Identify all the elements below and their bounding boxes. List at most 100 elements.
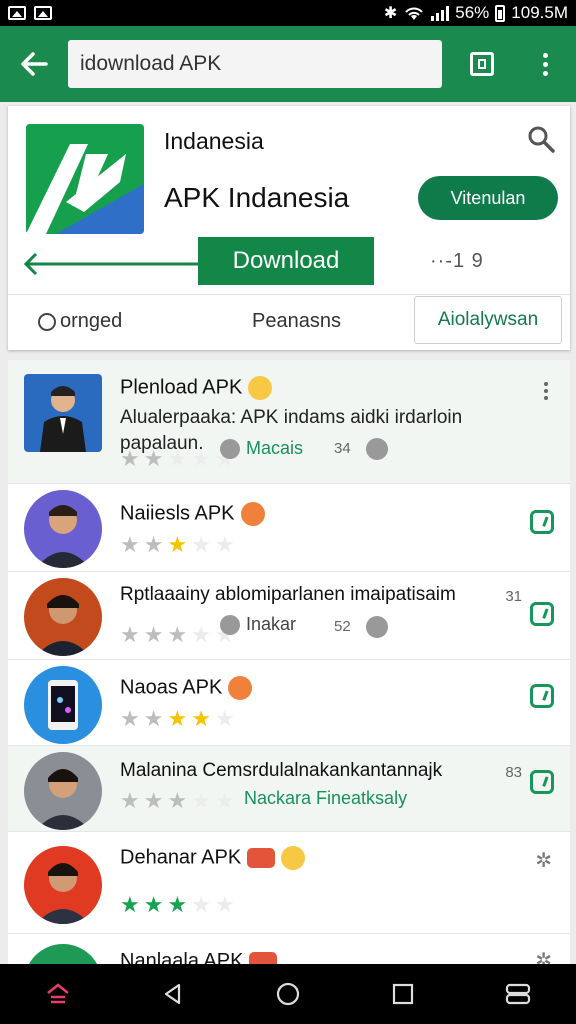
item-avatar	[24, 752, 102, 830]
item-tag: Nackara Fineatksaly	[244, 788, 407, 809]
star-icon: ★	[167, 446, 188, 471]
battery-icon	[495, 4, 506, 22]
open-icon[interactable]	[530, 770, 554, 794]
star-icon: ★	[120, 788, 140, 813]
wifi-icon	[405, 7, 423, 20]
ring-icon	[38, 312, 56, 331]
search-input[interactable]: idownload APK	[68, 40, 442, 88]
chip-aiolalywsan-button[interactable]: Aiolalywsan	[414, 296, 562, 344]
back-button[interactable]	[14, 44, 54, 84]
list-item[interactable]: Malanina Cemsrdulalnakankantannajk 83 ★ ★…	[8, 746, 570, 832]
search-icon	[528, 126, 555, 153]
more-options-icon[interactable]	[544, 382, 548, 400]
item-title: Plenload APK	[120, 376, 273, 400]
recents-nav-icon	[393, 983, 414, 1005]
list-item[interactable]: Nanlaala APK ✲	[8, 934, 570, 964]
star-icon: ★	[191, 892, 211, 917]
app-header-card: Indanesia APK Indanesia Vitenulan Downlo…	[8, 106, 570, 350]
rating-stars: ★ ★ ★ ★ ★	[120, 448, 235, 470]
item-thumbnail	[24, 374, 102, 452]
smile-emoji-icon	[281, 846, 306, 870]
gallery-notification-icon	[8, 6, 26, 20]
overflow-menu-icon	[542, 52, 548, 76]
home-nav-icon	[276, 982, 300, 1006]
item-title-text: Plenload APK	[120, 376, 243, 399]
data-rate: 109.5M	[511, 3, 568, 22]
bluetooth-icon: ✱	[383, 5, 398, 22]
list-item[interactable]: Naoas APK ★ ★ ★ ★ ★	[8, 660, 570, 746]
home-nav-button[interactable]	[268, 974, 308, 1014]
back-nav-icon	[164, 983, 180, 1005]
switch-app-button[interactable]	[498, 974, 538, 1014]
star-icon: ★	[191, 788, 211, 813]
item-title: Malanina Cemsrdulalnakankantannajk	[120, 760, 443, 781]
navigation-bar	[0, 964, 576, 1024]
star-icon: ★	[120, 622, 140, 647]
item-avatar	[24, 666, 102, 744]
open-icon[interactable]	[530, 602, 554, 626]
item-title-text: Dehanar APK	[120, 846, 242, 869]
app-list: Plenload APK Alualerpaaka: APK indams ai…	[8, 360, 570, 964]
item-tag: Inakar	[220, 614, 296, 635]
recents-nav-button[interactable]	[383, 974, 423, 1014]
list-item[interactable]: Dehanar APK ★ ★ ★ ★ ★ ✲	[8, 832, 570, 934]
star-icon: ★	[214, 788, 235, 813]
star-icon: ★	[120, 706, 140, 731]
star-icon: ★	[143, 622, 164, 647]
developer-name[interactable]: Indanesia	[164, 128, 264, 155]
rating-stars: ★ ★ ★ ★ ★	[120, 624, 235, 646]
item-title-text: Naiiesls APK	[120, 502, 235, 525]
overflow-menu-button[interactable]	[522, 44, 562, 84]
chip-ornged[interactable]: ornged	[38, 310, 122, 333]
open-icon[interactable]	[530, 510, 554, 534]
battery-percent: 56%	[455, 3, 490, 22]
download-button[interactable]: Download	[198, 237, 374, 285]
settings-icon[interactable]: ✲	[535, 848, 552, 873]
tag-icon	[220, 614, 240, 635]
star-icon: ★	[167, 706, 188, 731]
star-icon: ★	[120, 892, 140, 917]
home-icon	[46, 983, 69, 1004]
star-icon: ★	[143, 446, 164, 471]
switch-app-icon	[506, 983, 531, 1005]
badge-emoji-icon	[247, 848, 276, 868]
image-notification-icon	[34, 6, 52, 20]
list-item[interactable]: Plenload APK Alualerpaaka: APK indams ai…	[8, 360, 570, 484]
item-tag-text: Inakar	[246, 614, 297, 634]
star-icon: ★	[191, 446, 211, 471]
tabs-button[interactable]	[462, 44, 502, 84]
chip-label: ornged	[60, 310, 123, 332]
emoji-icon	[240, 502, 265, 526]
item-title: Dehanar APK	[120, 846, 306, 870]
rating-stars: ★ ★ ★ ★ ★	[120, 894, 235, 916]
emoji-icon	[228, 676, 253, 700]
chip-label: Peanasns	[252, 310, 341, 332]
star-icon: ★	[120, 532, 140, 557]
meta-number: ··-1 9	[430, 250, 484, 272]
list-item[interactable]: Rptlaaainy ablomiparlanen imaipatisaim 3…	[8, 572, 570, 660]
back-arrow-icon	[21, 52, 48, 76]
rating-stars: ★ ★ ★ ★ ★	[120, 790, 235, 812]
star-icon: ★	[214, 706, 235, 731]
item-title: Naoas APK	[120, 676, 253, 700]
star-icon: ★	[167, 622, 188, 647]
item-tag: Macais	[220, 438, 303, 459]
home-shortcut-button[interactable]	[38, 974, 78, 1014]
item-tag-text: Macais	[246, 438, 304, 458]
star-icon: ★	[191, 532, 211, 557]
progress-arrow-icon	[23, 252, 202, 276]
chip-peanasns[interactable]: Peanasns	[252, 310, 341, 333]
star-icon: ★	[191, 706, 211, 731]
badge-icon	[366, 616, 388, 638]
back-nav-button[interactable]	[153, 974, 193, 1014]
open-icon[interactable]	[530, 684, 554, 708]
app-title: APK Indanesia	[164, 182, 350, 213]
status-bar: ✱ 56% 109.5M	[0, 0, 576, 26]
top-toolbar: idownload APK	[0, 26, 576, 102]
list-item[interactable]: Naiiesls APK ★ ★ ★ ★ ★	[8, 484, 570, 572]
star-icon: ★	[214, 892, 235, 917]
settings-icon[interactable]: ✲	[535, 948, 552, 964]
install-button[interactable]: Vitenulan	[418, 176, 558, 220]
search-button[interactable]	[526, 124, 556, 154]
item-avatar	[24, 846, 102, 924]
